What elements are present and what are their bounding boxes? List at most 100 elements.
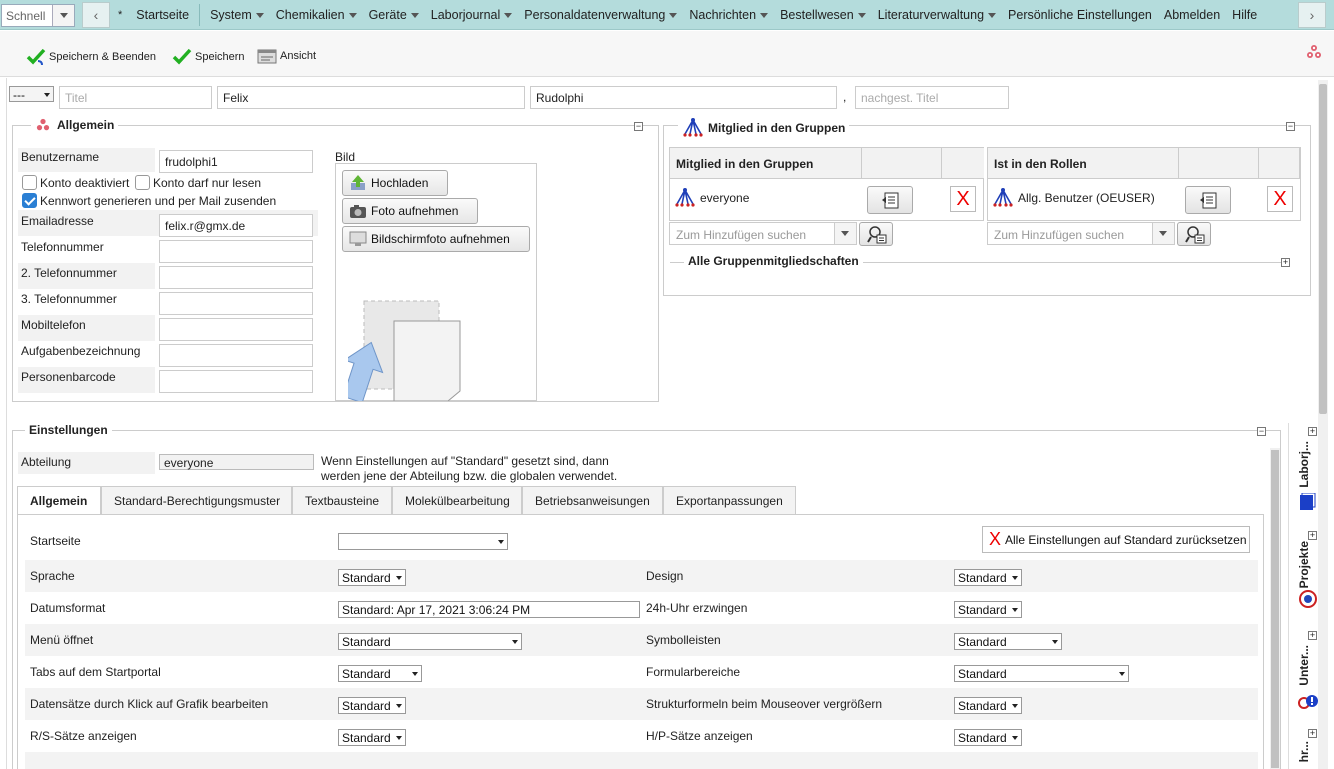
groups-column-header: Mitglied in den Gruppen bbox=[670, 148, 862, 179]
upload-icon bbox=[351, 175, 365, 190]
phone-input[interactable] bbox=[159, 240, 313, 263]
date-format-select[interactable]: Standard: Apr 17, 2021 3:06:24 PM bbox=[338, 601, 640, 618]
reset-all-settings-button[interactable]: X Alle Einstellungen auf Standard zurück… bbox=[982, 526, 1250, 553]
menu-bestellwesen[interactable]: Bestellwesen bbox=[774, 0, 872, 30]
tab-exportanpassungen[interactable]: Exportanpassungen bbox=[663, 486, 796, 514]
side-item-more[interactable]: + hr... bbox=[1289, 727, 1319, 769]
menu-literaturverwaltung[interactable]: Literaturverwaltung bbox=[872, 0, 1002, 30]
salutation-select[interactable]: --- bbox=[9, 86, 54, 102]
side-item-projekte[interactable]: + Projekte bbox=[1289, 527, 1319, 625]
post-title-input[interactable] bbox=[855, 86, 1009, 109]
account-disabled-checkbox[interactable]: Konto deaktiviert bbox=[22, 175, 129, 190]
settings-scrollbar[interactable] bbox=[1270, 448, 1280, 769]
email-input[interactable] bbox=[159, 214, 313, 237]
expand-icon[interactable]: + bbox=[1308, 631, 1317, 640]
mobile-input[interactable] bbox=[159, 318, 313, 341]
nav-scroll-left[interactable]: ‹ bbox=[82, 2, 110, 28]
tab-molekuelbearbeitung[interactable]: Molekülbearbeitung bbox=[392, 486, 522, 514]
menu-personaldatenverwaltung[interactable]: Personaldatenverwaltung bbox=[518, 0, 683, 30]
collapse-groups-button[interactable]: − bbox=[1286, 122, 1295, 131]
chevron-down-icon bbox=[1119, 672, 1125, 676]
menu-chemikalien[interactable]: Chemikalien bbox=[270, 0, 363, 30]
phone2-input[interactable] bbox=[159, 266, 313, 289]
barcode-input[interactable] bbox=[159, 370, 313, 393]
chevron-down-icon bbox=[396, 704, 402, 708]
startportal-tabs-select[interactable]: Standard bbox=[338, 665, 422, 682]
account-readonly-checkbox[interactable]: Konto darf nur lesen bbox=[135, 175, 261, 190]
menu-persoenliche-einstellungen[interactable]: Persönliche Einstellungen bbox=[1002, 0, 1158, 30]
save-close-button[interactable]: Speichern & Beenden bbox=[26, 47, 156, 67]
main-menu: * Startseite System Chemikalien Geräte L… bbox=[110, 0, 1263, 30]
collapse-settings-button[interactable]: − bbox=[1257, 427, 1266, 436]
department-value[interactable]: everyone bbox=[159, 454, 314, 470]
menu-opens-select[interactable]: Standard bbox=[338, 633, 522, 650]
add-role-dropdown[interactable] bbox=[1152, 223, 1174, 244]
checkbox-checked[interactable] bbox=[22, 193, 37, 208]
click-edit-select[interactable]: Standard bbox=[338, 697, 406, 714]
side-item-unterweisungen[interactable]: + Unter... bbox=[1289, 627, 1319, 723]
role-details-button[interactable] bbox=[1185, 186, 1231, 214]
screenshot-button[interactable]: Bildschirmfoto aufnehmen bbox=[342, 226, 530, 252]
startpage-select[interactable] bbox=[338, 533, 508, 550]
menu-nachrichten[interactable]: Nachrichten bbox=[683, 0, 774, 30]
form-sections-select[interactable]: Standard bbox=[954, 665, 1129, 682]
quick-select[interactable]: Schnell bbox=[1, 4, 75, 27]
generate-password-checkbox[interactable]: Kennwort generieren und per Mail zusende… bbox=[22, 193, 276, 208]
side-panel: + Laborj... + Projekte + Unter... + hr..… bbox=[1288, 423, 1318, 769]
hp-phrases-select[interactable]: Standard bbox=[954, 729, 1022, 746]
add-group-dropdown[interactable] bbox=[834, 223, 856, 244]
menu-laborjournal[interactable]: Laborjournal bbox=[425, 0, 519, 30]
language-select[interactable]: Standard bbox=[338, 569, 406, 586]
phone3-input[interactable] bbox=[159, 292, 313, 315]
menu-system[interactable]: System bbox=[204, 0, 270, 30]
force-24h-select[interactable]: Standard bbox=[954, 601, 1022, 618]
menu-geraete[interactable]: Geräte bbox=[363, 0, 425, 30]
expand-icon[interactable]: + bbox=[1308, 729, 1317, 738]
check-arrow-icon bbox=[26, 48, 46, 66]
group-details-button[interactable] bbox=[867, 186, 913, 214]
expand-memberships-button[interactable]: + bbox=[1281, 258, 1290, 267]
scrollbar-thumb[interactable] bbox=[1319, 84, 1327, 414]
add-role-search-button[interactable] bbox=[1177, 222, 1211, 246]
tab-textbausteine[interactable]: Textbausteine bbox=[292, 486, 392, 514]
tab-standard-berechtigungsmuster[interactable]: Standard-Berechtigungsmuster bbox=[101, 486, 292, 514]
toolbars-select[interactable]: Standard bbox=[954, 633, 1062, 650]
add-group-search-button[interactable] bbox=[859, 222, 893, 246]
menu-hilfe[interactable]: Hilfe bbox=[1226, 0, 1263, 30]
design-select[interactable]: Standard bbox=[954, 569, 1022, 586]
first-name-input[interactable] bbox=[217, 86, 525, 109]
chevron-down-icon bbox=[60, 13, 68, 18]
tab-allgemein[interactable]: Allgemein bbox=[17, 486, 101, 515]
remove-group-button[interactable]: X bbox=[950, 186, 976, 212]
tab-betriebsanweisungen[interactable]: Betriebsanweisungen bbox=[522, 486, 663, 514]
add-role-search[interactable]: Zum Hinzufügen suchen bbox=[987, 222, 1175, 245]
title-input[interactable] bbox=[59, 86, 212, 109]
mouseover-zoom-select[interactable]: Standard bbox=[954, 697, 1022, 714]
take-photo-button[interactable]: Foto aufnehmen bbox=[342, 198, 478, 224]
expand-icon[interactable]: + bbox=[1308, 531, 1317, 540]
username-input[interactable] bbox=[159, 150, 313, 173]
expand-icon[interactable]: + bbox=[1308, 427, 1317, 436]
save-button[interactable]: Speichern bbox=[172, 47, 245, 67]
menu-abmelden[interactable]: Abmelden bbox=[1158, 0, 1226, 30]
checkbox[interactable] bbox=[22, 175, 37, 190]
menu-startseite[interactable]: Startseite bbox=[130, 0, 195, 30]
checkbox[interactable] bbox=[135, 175, 150, 190]
top-nav: Schnell ‹ * Startseite System Chemikalie… bbox=[0, 0, 1334, 30]
collapse-general-button[interactable]: − bbox=[634, 122, 643, 131]
menu-favorites[interactable]: * bbox=[110, 0, 130, 30]
setting-row-sprache: Sprache Design bbox=[25, 560, 1258, 592]
side-item-laborjournal[interactable]: + Laborj... bbox=[1289, 423, 1319, 523]
add-group-search[interactable]: Zum Hinzufügen suchen bbox=[669, 222, 857, 245]
view-button[interactable]: Ansicht bbox=[257, 47, 316, 65]
nav-scroll-right[interactable]: › bbox=[1298, 2, 1326, 28]
upload-button[interactable]: Hochladen bbox=[342, 170, 448, 196]
quick-select-dropdown[interactable] bbox=[52, 5, 74, 26]
vertical-scrollbar[interactable] bbox=[1318, 80, 1328, 769]
last-name-input[interactable] bbox=[530, 86, 837, 109]
chevron-right-icon: › bbox=[1309, 7, 1315, 23]
task-input[interactable] bbox=[159, 344, 313, 367]
scrollbar-thumb[interactable] bbox=[1271, 450, 1279, 768]
remove-role-button[interactable]: X bbox=[1267, 186, 1293, 212]
rs-phrases-select[interactable]: Standard bbox=[338, 729, 406, 746]
